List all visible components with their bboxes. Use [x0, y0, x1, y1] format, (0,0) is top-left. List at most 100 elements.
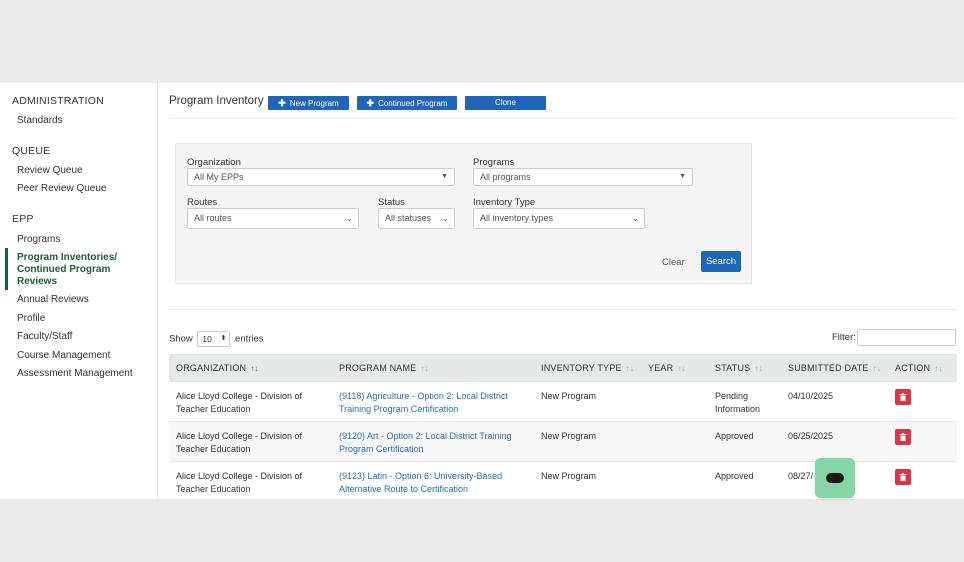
col-label: ACTION — [895, 363, 931, 373]
col-label: PROGRAM NAME — [339, 363, 417, 373]
plus-icon: ✚ — [278, 98, 286, 108]
routes-select[interactable]: All routes ⌄ — [187, 208, 359, 229]
col-organization[interactable]: ORGANIZATION ↑↓ — [176, 363, 259, 373]
app-window: ADMINISTRATION Standards QUEUE Review Qu… — [0, 83, 964, 499]
sort-icon: ↑↓ — [677, 364, 686, 373]
programs-select[interactable]: All programs ▼ — [473, 168, 693, 186]
routes-value: All routes — [194, 213, 232, 223]
clone-button[interactable]: Clone — [465, 96, 546, 110]
sidebar-item-standards[interactable]: Standards — [17, 115, 63, 127]
cell-organization: Alice Lloyd College - Division of Teache… — [176, 391, 303, 414]
col-action[interactable]: ACTION ↑↓ — [895, 363, 943, 373]
cell-organization: Alice Lloyd College - Division of Teache… — [176, 471, 303, 494]
status-value: All statuses — [385, 213, 432, 223]
col-label: INVENTORY TYPE — [541, 363, 622, 373]
continued-program-button[interactable]: ✚ Continued Program — [357, 96, 457, 110]
inventory-type-label: Inventory Type — [473, 197, 536, 208]
search-button[interactable]: Search — [701, 251, 741, 272]
programs-value: All programs — [480, 172, 531, 182]
cell-submitted-date: 08/27/ — [788, 471, 814, 481]
sort-icon: ↑↓ — [250, 364, 259, 373]
entries-value: 10 — [202, 334, 212, 344]
sidebar-item-program-inventories[interactable]: Program Inventories/ Continued Program R… — [17, 252, 145, 288]
sidebar: ADMINISTRATION Standards QUEUE Review Qu… — [0, 83, 158, 499]
inventory-type-select[interactable]: All inventory types ⌄ — [473, 208, 645, 229]
col-inventory-type[interactable]: INVENTORY TYPE ↑↓ — [541, 363, 634, 373]
inventory-type-value: All inventory types — [480, 213, 554, 223]
cell-status: Approved — [715, 431, 754, 441]
new-program-label: New Program — [289, 99, 339, 108]
sort-icon: ↑↓ — [872, 364, 882, 373]
sort-updown-icon: ⬍ — [220, 335, 227, 342]
cell-inventory-type: New Program — [541, 471, 597, 481]
sort-icon: ↑↓ — [625, 364, 635, 373]
chevron-down-icon: ⌄ — [441, 213, 449, 223]
filter-input[interactable] — [857, 329, 956, 346]
cell-status: Approved — [715, 471, 754, 481]
caret-down-icon: ▼ — [679, 173, 686, 180]
col-program-name[interactable]: PROGRAM NAME ↑↓ — [339, 363, 429, 373]
sidebar-item-assessment-management[interactable]: Assessment Management — [17, 368, 133, 380]
sidebar-item-profile[interactable]: Profile — [17, 313, 45, 325]
organization-value: All My EPPs — [194, 172, 244, 182]
routes-label: Routes — [187, 197, 218, 208]
trash-icon — [899, 433, 907, 441]
divider — [169, 118, 956, 119]
trash-icon — [899, 473, 907, 481]
new-program-button[interactable]: ✚ New Program — [268, 96, 349, 110]
sidebar-item-programs[interactable]: Programs — [17, 234, 60, 246]
show-entries: Show 10 ⬍ entries — [169, 331, 264, 347]
col-label: STATUS — [715, 363, 751, 373]
cell-inventory-type: New Program — [541, 391, 597, 401]
show-label: Show — [169, 333, 193, 345]
table-header: ORGANIZATION ↑↓ PROGRAM NAME ↑↓ INVENTORY … — [169, 354, 957, 382]
caret-down-icon: ▼ — [441, 173, 448, 180]
sort-icon: ↑↓ — [420, 364, 429, 373]
cell-inventory-type: New Program — [541, 431, 597, 441]
chevron-down-icon: ⌄ — [345, 213, 353, 223]
sidebar-item-annual-reviews[interactable]: Annual Reviews — [17, 294, 89, 306]
table-row: Alice Lloyd College - Division of Teache… — [169, 382, 957, 422]
main-content: Program Inventory ✚ New Program ✚ Continue… — [159, 83, 964, 499]
sidebar-item-faculty-staff[interactable]: Faculty/Staff — [17, 331, 72, 343]
chat-widget-button[interactable] — [815, 458, 855, 498]
trash-icon — [899, 393, 907, 401]
cell-status: Pending Information — [715, 391, 761, 414]
clear-button[interactable]: Clear — [662, 257, 685, 268]
sidebar-item-peer-review-queue[interactable]: Peer Review Queue — [17, 183, 107, 195]
sidebar-section-queue: QUEUE — [12, 145, 51, 157]
col-status[interactable]: STATUS ↑↓ — [715, 363, 763, 373]
filter-label: Filter: — [832, 332, 856, 343]
page-title: Program Inventory — [169, 95, 264, 107]
sidebar-section-epp: EPP — [12, 213, 34, 225]
delete-button[interactable] — [895, 389, 911, 405]
chat-icon — [826, 473, 844, 483]
col-submitted-date[interactable]: SUBMITTED DATE ↑↓ — [788, 363, 881, 373]
programs-label: Programs — [473, 157, 515, 168]
plus-icon: ✚ — [366, 98, 375, 108]
col-year[interactable]: YEAR ↑↓ — [648, 363, 686, 373]
status-label: Status — [378, 197, 405, 208]
status-select[interactable]: All statuses ⌄ — [378, 208, 455, 229]
cell-organization: Alice Lloyd College - Division of Teache… — [176, 431, 303, 454]
col-label: ORGANIZATION — [176, 363, 247, 373]
delete-button[interactable] — [895, 469, 911, 485]
col-label: YEAR — [648, 363, 674, 373]
program-link[interactable]: (9120) Art - Option 2: Local District Tr… — [339, 430, 519, 456]
organization-select[interactable]: All My EPPs ▼ — [187, 168, 455, 186]
chevron-down-icon: ⌄ — [631, 213, 639, 223]
entries-select[interactable]: 10 ⬍ — [197, 331, 231, 347]
sort-icon: ↑↓ — [754, 364, 763, 373]
sidebar-item-course-management[interactable]: Course Management — [17, 350, 110, 362]
sort-icon: ↑↓ — [934, 364, 943, 373]
col-label: SUBMITTED DATE — [788, 363, 869, 373]
program-link[interactable]: (9123) Latin - Option 6: University-Base… — [339, 470, 519, 496]
continued-program-label: Continued Program — [378, 99, 448, 108]
sidebar-item-review-queue[interactable]: Review Queue — [17, 165, 83, 177]
sidebar-section-administration: ADMINISTRATION — [12, 95, 104, 107]
divider — [169, 309, 956, 310]
delete-button[interactable] — [895, 429, 911, 445]
entries-label: entries — [235, 333, 264, 345]
program-link[interactable]: (9118) Agriculture - Option 2: Local Dis… — [339, 390, 519, 416]
cell-submitted-date: 06/25/2025 — [788, 431, 834, 441]
